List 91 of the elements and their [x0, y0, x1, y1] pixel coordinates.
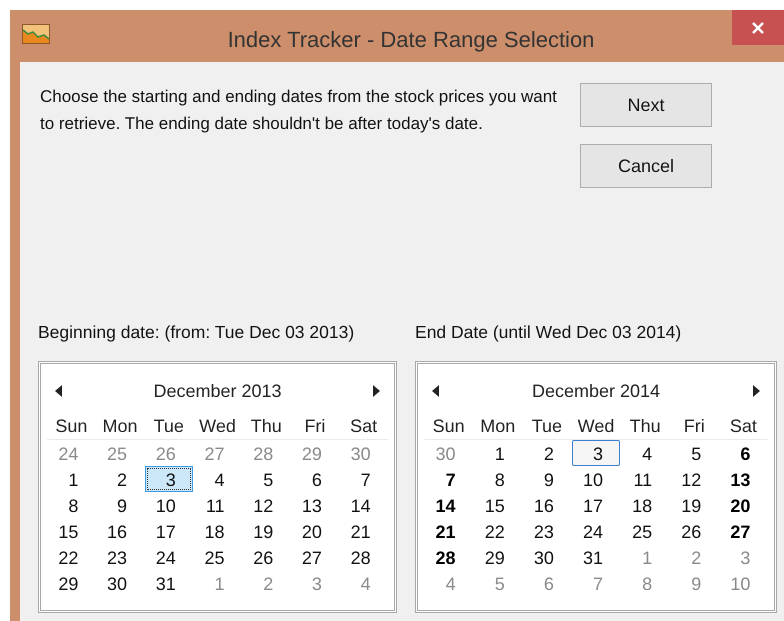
day-cell[interactable]: 14	[340, 492, 388, 518]
day-cell[interactable]: 30	[96, 570, 144, 596]
day-cell[interactable]: 11	[194, 492, 242, 518]
month-title[interactable]: December 2014	[532, 378, 660, 404]
day-cell[interactable]: 25	[194, 544, 242, 570]
date-label: Beginning date: (from: Tue Dec 03 2013)	[38, 320, 356, 344]
month-title[interactable]: December 2013	[153, 378, 282, 404]
weekday-label: Thu	[250, 415, 283, 438]
day-cell[interactable]: 1	[474, 440, 522, 466]
day-cell[interactable]: 9	[522, 466, 571, 492]
day-cell[interactable]: 8	[474, 466, 522, 492]
day-cell[interactable]: 28	[424, 544, 473, 570]
day-cell[interactable]: 2	[522, 440, 571, 466]
day-cell[interactable]: 18	[621, 492, 670, 518]
day-cell[interactable]: 13	[290, 492, 339, 518]
day-cell[interactable]: 4	[194, 466, 242, 492]
day-cell[interactable]: 20	[719, 492, 768, 518]
day-cell[interactable]: 21	[340, 518, 388, 544]
day-cell[interactable]: 16	[96, 518, 144, 544]
day-cell[interactable]: 26	[242, 544, 290, 570]
day-cell[interactable]: 22	[474, 518, 522, 544]
day-cell[interactable]: 12	[670, 466, 718, 492]
date-label: End Date (until Wed Dec 03 2014)	[415, 320, 682, 344]
day-cell[interactable]: 17	[144, 518, 193, 544]
weekday-label: Sun	[432, 415, 466, 438]
day-cell[interactable]: 6	[719, 440, 768, 466]
day-cell[interactable]: 22	[47, 544, 96, 570]
weekday-label: Fri	[303, 415, 326, 438]
weekday-label: Wed	[576, 415, 616, 438]
day-cell[interactable]: 18	[194, 518, 242, 544]
day-cell[interactable]: 7	[424, 466, 473, 492]
day-cell[interactable]: 19	[670, 492, 718, 518]
weekday-label: Tue	[530, 415, 564, 438]
day-cell[interactable]: 26	[670, 518, 718, 544]
day-cell[interactable]: 3	[144, 466, 193, 492]
day-cell[interactable]: 31	[144, 570, 193, 596]
day-cell[interactable]: 28	[340, 544, 388, 570]
cancel-button[interactable]: Cancel	[580, 144, 712, 188]
day-cell[interactable]: 24	[572, 518, 620, 544]
day-cell[interactable]: 29	[474, 544, 522, 570]
day-cell[interactable]: 13	[719, 466, 768, 492]
day-cell[interactable]: 3	[572, 440, 620, 466]
day-cell[interactable]: 4	[621, 440, 670, 466]
day-cell[interactable]: 25	[621, 518, 670, 544]
instructions-text: Choose the starting and ending dates from the stock prices you want to retrieve. The ending date shouldn't be after today's date.	[40, 86, 558, 135]
next-month-icon[interactable]	[373, 385, 380, 397]
chart-icon	[22, 24, 50, 44]
weekday-label: Wed	[198, 415, 237, 438]
next-month-icon[interactable]	[753, 385, 760, 397]
weekday-label: Sat	[728, 415, 758, 438]
day-cell[interactable]: 29	[47, 570, 96, 596]
day-cell[interactable]: 9	[96, 492, 144, 518]
window-title: Index Tracker - Date Range Selection	[228, 26, 594, 54]
previous-month-icon[interactable]	[432, 385, 440, 397]
day-cell[interactable]: 2	[96, 466, 144, 492]
weekday-label: Tue	[152, 415, 185, 438]
weekday-label: Fri	[682, 415, 706, 438]
weekday-label: Mon	[102, 415, 139, 438]
day-cell[interactable]: 20	[290, 518, 339, 544]
day-cell[interactable]: 30	[522, 544, 571, 570]
day-cell[interactable]: 10	[144, 492, 193, 518]
day-cell[interactable]: 6	[290, 466, 339, 492]
day-cell[interactable]: 21	[424, 518, 473, 544]
day-cell[interactable]: 14	[424, 492, 473, 518]
close-button[interactable]	[732, 10, 784, 45]
weekday-label: Sat	[349, 415, 378, 438]
day-cell[interactable]: 24	[144, 544, 193, 570]
day-cell[interactable]: 15	[474, 492, 522, 518]
weekday-label: Sun	[54, 415, 88, 438]
day-cell[interactable]: 10	[572, 466, 620, 492]
next-button[interactable]: Next	[580, 83, 712, 127]
day-cell[interactable]: 23	[96, 544, 144, 570]
day-cell[interactable]: 19	[242, 518, 290, 544]
previous-month-icon[interactable]	[55, 385, 62, 397]
day-cell[interactable]: 7	[340, 466, 388, 492]
day-cell[interactable]: 8	[47, 492, 96, 518]
day-cell[interactable]: 27	[719, 518, 768, 544]
day-cell[interactable]: 12	[242, 492, 290, 518]
day-cell[interactable]: 15	[47, 518, 96, 544]
day-cell[interactable]: 23	[522, 518, 571, 544]
day-cell[interactable]: 17	[572, 492, 620, 518]
day-cell[interactable]: 1	[47, 466, 96, 492]
day-cell[interactable]: 31	[572, 544, 620, 570]
day-cell[interactable]: 5	[242, 466, 290, 492]
day-cell[interactable]: 16	[522, 492, 571, 518]
weekday-label: Thu	[628, 415, 662, 438]
weekday-label: Mon	[479, 415, 516, 438]
day-cell[interactable]: 27	[290, 544, 339, 570]
day-cell[interactable]: 11	[621, 466, 670, 492]
close-icon	[751, 20, 765, 34]
day-cell[interactable]: 5	[670, 440, 718, 466]
